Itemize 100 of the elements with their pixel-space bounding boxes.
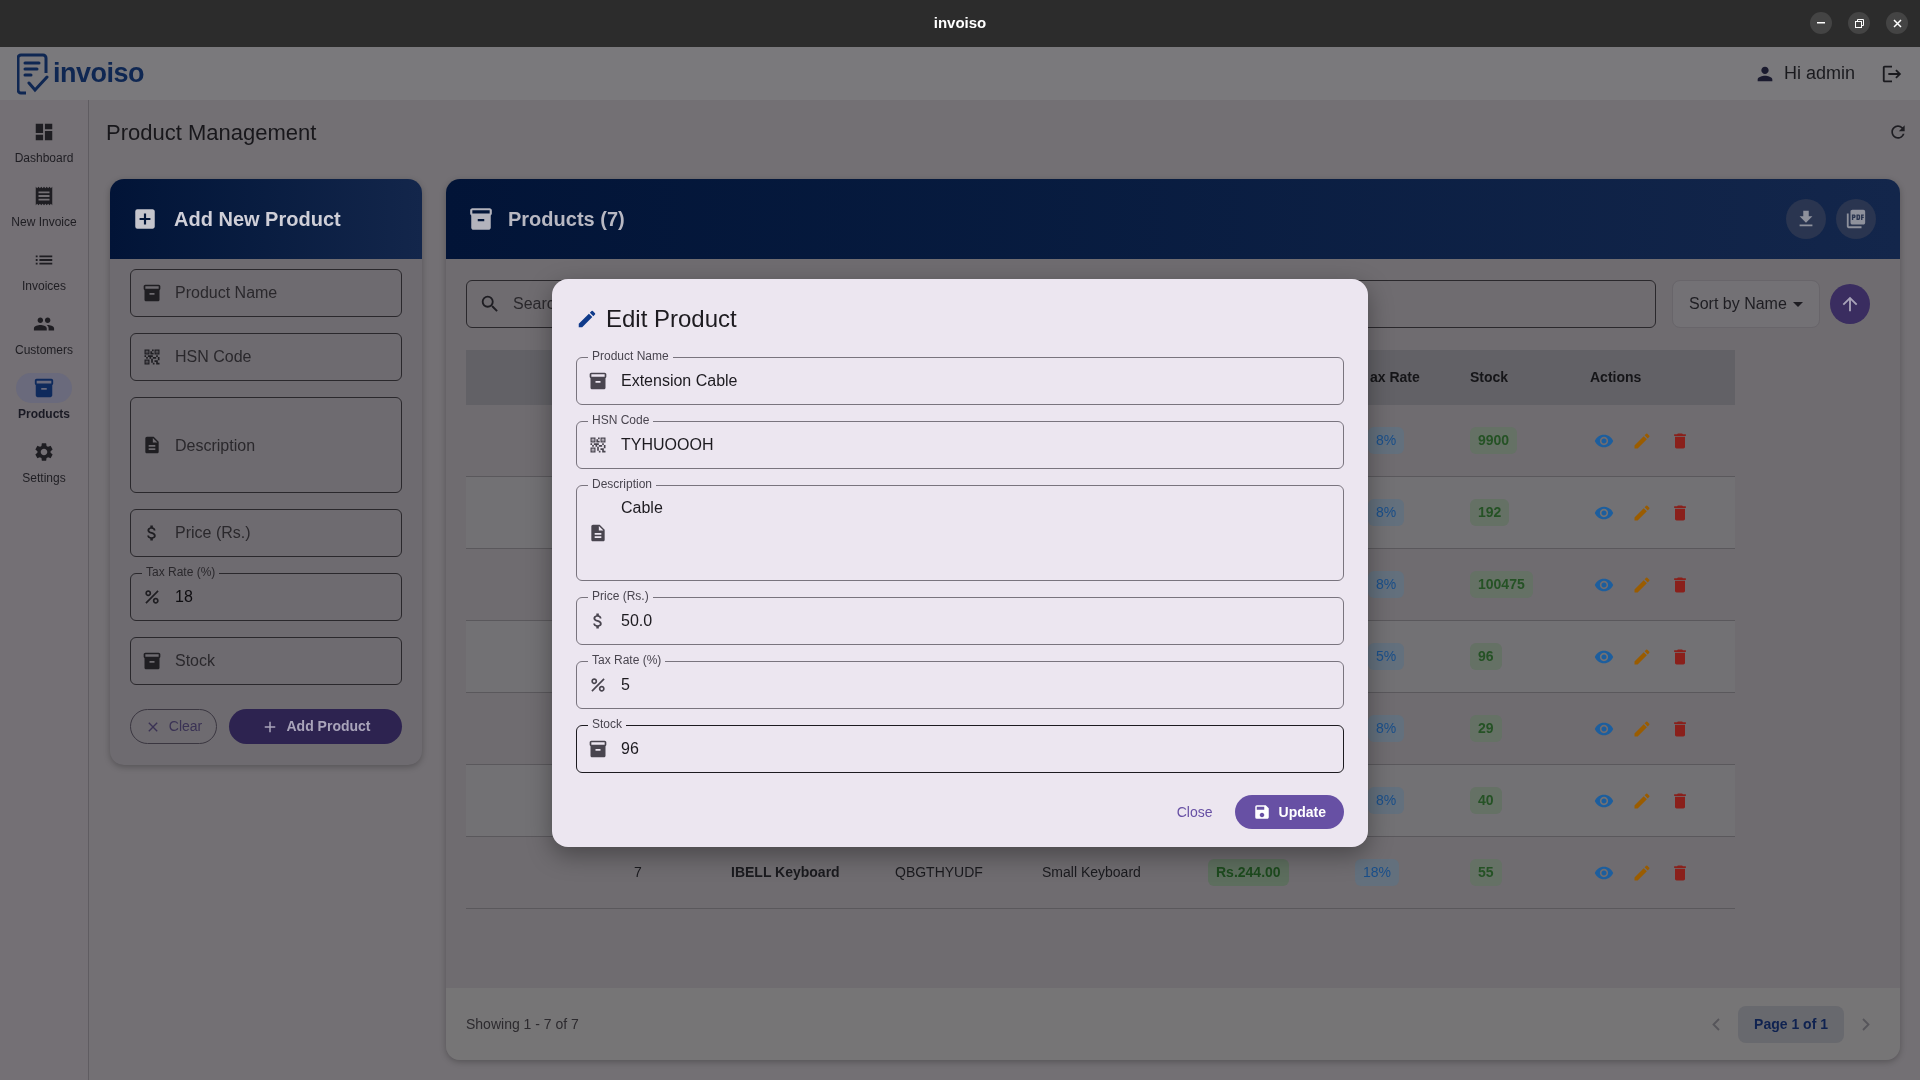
field-label: Product Name <box>588 349 673 363</box>
pdf-icon <box>1845 208 1867 230</box>
user-greeting: Hi admin <box>1783 62 1855 85</box>
qr-code-icon <box>588 435 608 455</box>
tax-badge: 8% <box>1368 571 1405 598</box>
pencil-icon <box>1632 646 1652 667</box>
edit-button[interactable] <box>1632 574 1652 595</box>
sidebar-item[interactable]: Customers <box>1 301 87 365</box>
close-button[interactable]: Close <box>1172 795 1217 829</box>
card-title: Products (7) <box>508 207 625 232</box>
tax-badge: 5% <box>1368 643 1405 670</box>
box-icon <box>33 377 55 399</box>
dialog-title: Edit Product <box>606 304 737 334</box>
pencil-icon <box>1632 430 1652 451</box>
maximize-button[interactable] <box>1848 12 1870 34</box>
window-title: invoiso <box>933 13 987 34</box>
tax-badge: 8% <box>1368 715 1405 742</box>
chevron-left-icon <box>1712 1017 1721 1031</box>
edit-button[interactable] <box>1632 502 1652 523</box>
box-icon <box>142 651 162 671</box>
field-label: Description <box>588 477 657 491</box>
page-title: Product Management <box>106 118 317 147</box>
edit-button[interactable] <box>1632 862 1652 883</box>
search-icon <box>479 293 501 315</box>
sidebar-item[interactable]: Dashboard <box>1 109 87 173</box>
edit-button[interactable] <box>1632 646 1652 667</box>
qr-code-icon <box>142 347 162 367</box>
tax-badge: 8% <box>1368 427 1405 454</box>
add-product-button[interactable]: Add Product <box>229 709 402 744</box>
stock-badge: 192 <box>1470 499 1510 526</box>
page-indicator: Page 1 of 1 <box>1738 1005 1844 1043</box>
table-cell: IBELL Keyboard <box>731 864 840 880</box>
box-icon <box>588 371 608 391</box>
field-label: HSN Code <box>588 413 654 427</box>
add-box-icon <box>132 206 158 232</box>
stock-badge: 40 <box>1470 787 1502 814</box>
pencil-icon <box>1632 862 1652 883</box>
chevron-right-icon <box>1862 1017 1870 1031</box>
stock-badge: 9900 <box>1470 427 1518 454</box>
column-header: Actions <box>1589 368 1643 387</box>
edit-button[interactable] <box>1632 718 1652 739</box>
tax-badge: 8% <box>1368 787 1405 814</box>
minimize-icon <box>1817 22 1825 24</box>
input-field[interactable]: Product Name <box>130 269 402 317</box>
column-header: ax Rate <box>1369 368 1421 387</box>
update-button[interactable]: Update <box>1234 795 1344 829</box>
dashboard-icon <box>33 121 55 143</box>
input-field[interactable]: Description <box>130 397 402 493</box>
refresh-button[interactable] <box>1888 122 1908 142</box>
percent-icon <box>142 587 162 607</box>
sidebar-item[interactable]: Products <box>1 365 87 429</box>
receipt-icon <box>33 185 55 207</box>
table-cell: 7 <box>634 864 642 880</box>
tax-badge: 8% <box>1368 499 1405 526</box>
logo-icon <box>17 52 49 95</box>
field-label: Tax Rate (%) <box>588 653 666 667</box>
pencil-icon <box>1632 718 1652 739</box>
card-title: Add New Product <box>174 207 341 232</box>
field-label: Tax Rate (%) <box>142 565 220 579</box>
table-cell: Small Keyboard <box>1042 864 1141 880</box>
caret-icon <box>1792 301 1803 307</box>
save-icon <box>1252 803 1271 821</box>
document-icon <box>142 435 162 455</box>
sidebar-item[interactable]: Settings <box>1 429 87 493</box>
stock-badge: 96 <box>1470 643 1502 670</box>
download-button[interactable] <box>1786 199 1826 239</box>
pdf-button[interactable] <box>1836 199 1876 239</box>
logo-text: invoiso <box>53 57 144 91</box>
input-field[interactable]: Stock <box>130 637 402 685</box>
sort-direction-button[interactable] <box>1829 284 1870 324</box>
tax-badge: 18% <box>1355 859 1400 886</box>
sidebar-item[interactable]: New Invoice <box>1 173 87 237</box>
sort-dropdown[interactable]: Sort by Name <box>1672 280 1820 328</box>
pencil-icon <box>576 308 598 330</box>
field-label: Price (Rs.) <box>588 589 653 603</box>
pagination-summary: Showing 1 - 7 of 7 <box>466 1014 579 1034</box>
minimize-button[interactable] <box>1810 12 1832 34</box>
pencil-icon <box>1632 790 1652 811</box>
edit-button[interactable] <box>1632 790 1652 811</box>
sidebar-item[interactable]: Invoices <box>1 237 87 301</box>
document-icon <box>588 523 608 543</box>
price-badge: Rs.244.00 <box>1208 859 1289 886</box>
edit-button[interactable] <box>1632 430 1652 451</box>
pencil-icon <box>1632 502 1652 523</box>
restore-icon <box>1854 18 1864 28</box>
field-label: Stock <box>588 717 626 731</box>
input-field[interactable]: Price (Rs.) <box>130 509 402 557</box>
box-icon <box>468 206 494 232</box>
input-field[interactable]: HSN Code <box>130 333 402 381</box>
pencil-icon <box>1632 574 1652 595</box>
close-button[interactable] <box>1886 12 1908 34</box>
close-icon <box>1892 18 1902 28</box>
stock-badge: 29 <box>1470 715 1502 742</box>
box-icon <box>142 283 162 303</box>
table-cell: QBGTHYUDF <box>895 864 983 880</box>
settings-icon <box>33 441 55 463</box>
column-header: Stock <box>1469 368 1510 387</box>
refresh-icon <box>1888 122 1908 142</box>
stock-badge: 55 <box>1470 859 1502 886</box>
stock-badge: 100475 <box>1470 571 1533 598</box>
